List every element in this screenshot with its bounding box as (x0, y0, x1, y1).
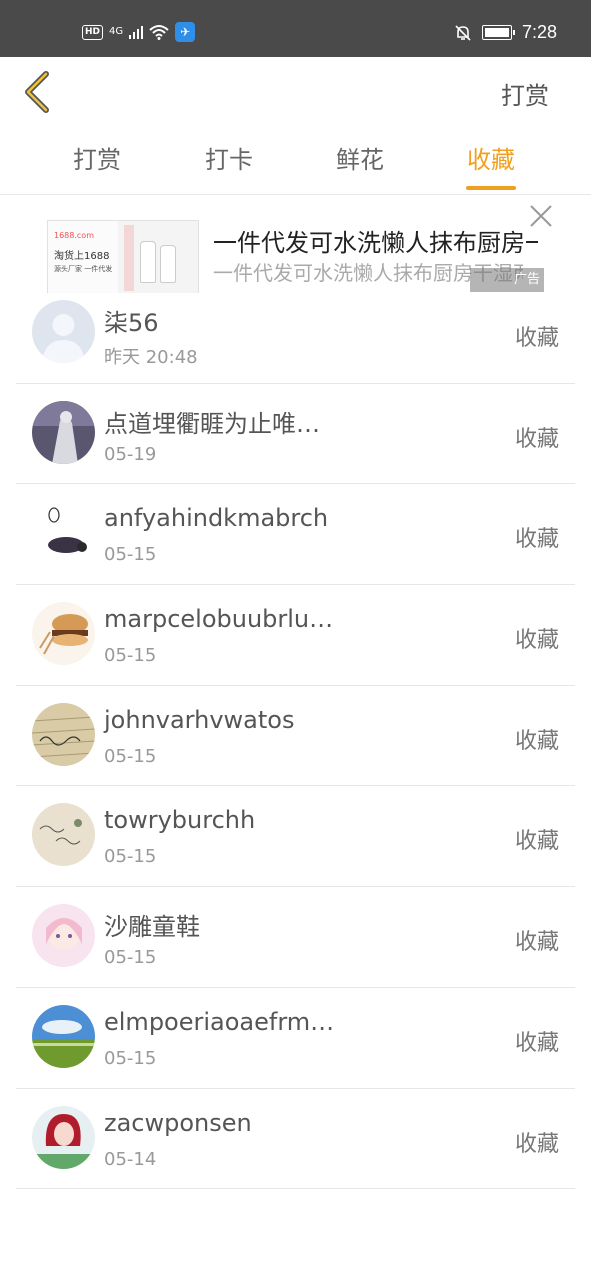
battery-icon (481, 25, 515, 40)
ad-title: 一件代发可水洗懒人抹布厨房一次性 (213, 229, 538, 257)
network-type: 4G (109, 26, 124, 37)
tab-reward[interactable]: 打赏 (73, 140, 121, 175)
ad-image-brand: 1688.com (54, 231, 94, 240)
action-label: 收藏 (514, 527, 559, 553)
user-name: johnvarhvwatos (104, 705, 295, 734)
hd-icon: HD (82, 24, 104, 40)
ad-image-title: 淘货上1688 (54, 251, 110, 262)
status-bar: HD 4G ✈ 7:28 (0, 0, 591, 57)
tab-label: 打赏 (73, 146, 121, 174)
avatar (32, 904, 95, 968)
action-label: 收藏 (514, 326, 559, 351)
avatar (32, 1004, 95, 1068)
tab-checkin[interactable]: 打卡 (205, 140, 253, 175)
action-label: 收藏 (514, 628, 559, 654)
user-name: anfyahindkmabrch (104, 504, 329, 533)
timestamp: 05-15 (104, 947, 157, 969)
ad-image-sub: 源头厂家 一件代发 (54, 265, 113, 273)
user-name: 柒56 (104, 309, 159, 337)
user-name: towryburchh (104, 806, 256, 835)
action-label: 收藏 (514, 829, 559, 855)
timestamp: 05-19 (104, 443, 157, 465)
list-item[interactable]: elmpoeriaoaefrm… 05-15 收藏 (16, 988, 575, 1089)
timestamp: 05-15 (104, 645, 157, 667)
list-item[interactable]: anfyahindkmabrch 05-15 收藏 (16, 484, 575, 586)
timestamp: 05-15 (104, 846, 157, 868)
action-label: 收藏 (514, 930, 559, 956)
user-name: zacwponsen (104, 1108, 252, 1137)
timestamp: 昨天 20:48 (104, 347, 198, 368)
status-left: HD 4G ✈ (82, 22, 196, 42)
avatar (32, 400, 95, 464)
list-item[interactable]: 柒56 昨天 20:48 收藏 (16, 283, 575, 384)
active-tab-indicator (466, 186, 516, 190)
avatar (32, 501, 95, 565)
ad-close-button[interactable] (528, 203, 554, 229)
timestamp: 05-15 (104, 745, 157, 767)
avatar (32, 602, 95, 666)
action-label: 收藏 (514, 728, 559, 754)
tab-bar: 打赏 打卡 鲜花 收藏 (0, 140, 591, 195)
app-notification-icon: ✈ (175, 22, 196, 42)
timestamp: 05-15 (104, 1047, 157, 1069)
mute-bell-icon (455, 24, 471, 41)
tab-label: 鲜花 (336, 146, 384, 174)
timestamp: 05-14 (104, 1148, 157, 1170)
wifi-icon (149, 25, 169, 40)
action-label: 收藏 (514, 1030, 559, 1056)
tab-flowers[interactable]: 鲜花 (336, 140, 384, 175)
timestamp: 05-15 (104, 544, 157, 566)
avatar (32, 803, 95, 867)
list-item[interactable]: johnvarhvwatos 05-15 收藏 (16, 686, 575, 787)
list-item[interactable]: marpcelobuubrlu… 05-15 收藏 (16, 585, 575, 686)
avatar (32, 300, 95, 363)
status-right: 7:28 (454, 22, 557, 43)
tab-favorites[interactable]: 收藏 (466, 140, 516, 190)
avatar (32, 702, 95, 766)
close-icon (530, 205, 552, 227)
list-item[interactable]: zacwponsen 05-14 收藏 (16, 1089, 575, 1190)
user-name: elmpoeriaoaefrm… (104, 1007, 335, 1036)
action-label: 收藏 (514, 426, 559, 452)
favorites-list: 柒56 昨天 20:48 收藏 点道埋衢睚为止唯… 05-19 收藏 anfya… (0, 283, 591, 1190)
action-label: 收藏 (514, 1131, 559, 1157)
signal-icon (129, 25, 144, 39)
list-item[interactable]: 点道埋衢睚为止唯… 05-19 收藏 (16, 384, 575, 485)
list-item[interactable]: 沙雕童鞋 05-15 收藏 (16, 887, 575, 988)
user-name: marpcelobuubrlu… (104, 605, 334, 634)
reward-header-button[interactable]: 打赏 (501, 76, 549, 111)
tab-label: 收藏 (467, 146, 515, 174)
chevron-left-icon (25, 71, 49, 113)
avatar (32, 1105, 95, 1169)
back-button[interactable] (18, 68, 58, 116)
ad-banner[interactable]: 1688.com 淘货上1688 源头厂家 一件代发 一件代发可水洗懒人抹布厨房… (0, 195, 591, 293)
list-item[interactable]: towryburchh 05-15 收藏 (16, 786, 575, 888)
tab-label: 打卡 (205, 146, 253, 174)
user-name: 沙雕童鞋 (104, 913, 200, 942)
status-time: 7:28 (521, 22, 557, 42)
user-name: 点道埋衢睚为止唯… (104, 409, 320, 438)
